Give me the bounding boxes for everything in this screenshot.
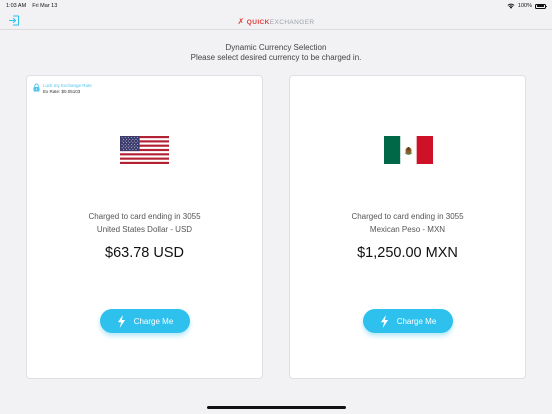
brand-x-icon: ✗ bbox=[237, 17, 245, 26]
currency-name: United States Dollar - USD bbox=[96, 225, 193, 234]
charge-me-label: Charge Me bbox=[133, 316, 174, 326]
charge-me-button-usd[interactable]: Charge Me bbox=[100, 309, 190, 333]
charge-card-line: Charged to card ending in 3055 bbox=[351, 212, 464, 221]
charge-me-label: Charge Me bbox=[396, 316, 437, 326]
navbar: ✗ QUICKEXCHANGER bbox=[0, 12, 552, 30]
currency-card-usd[interactable]: Lock my Exchange Rate Ex Rate: $0.05103 bbox=[26, 75, 263, 379]
page-subtitle: Please select desired currency to be cha… bbox=[190, 53, 362, 62]
charge-amount: $63.78 USD bbox=[105, 245, 184, 261]
lightning-bolt-icon bbox=[117, 314, 125, 328]
page-title: Dynamic Currency Selection bbox=[225, 43, 327, 52]
usa-flag bbox=[120, 136, 169, 164]
lock-rate-toggle[interactable]: Lock my Exchange Rate Ex Rate: $0.05103 bbox=[33, 83, 92, 94]
page-heading: Dynamic Currency Selection Please select… bbox=[0, 43, 552, 63]
charge-amount: $1,250.00 MXN bbox=[357, 245, 458, 261]
wifi-icon bbox=[507, 3, 515, 9]
lightning-bolt-icon bbox=[380, 314, 388, 328]
battery-icon bbox=[535, 3, 547, 9]
status-bar: 1:03 AM Fri Mar 13 100% bbox=[0, 0, 552, 12]
currency-name: Mexican Peso - MXN bbox=[369, 225, 446, 234]
status-date: Fri Mar 13 bbox=[32, 3, 58, 9]
charge-me-button-mxn[interactable]: Charge Me bbox=[363, 309, 453, 333]
exchange-rate: Ex Rate: $0.05103 bbox=[43, 88, 81, 94]
charge-info: Charged to card ending in 3055 United St… bbox=[27, 210, 262, 236]
brand-logo: ✗ QUICKEXCHANGER bbox=[0, 17, 552, 26]
charge-info: Charged to card ending in 3055 Mexican P… bbox=[290, 210, 525, 236]
charge-card-line: Charged to card ending in 3055 bbox=[88, 212, 201, 221]
brand-quick: QUICK bbox=[246, 19, 270, 26]
mexico-flag bbox=[384, 136, 433, 164]
battery-percent: 100% bbox=[517, 3, 532, 9]
currency-card-mxn[interactable]: Charged to card ending in 3055 Mexican P… bbox=[289, 75, 526, 379]
lock-rate-label: Lock my Exchange Rate bbox=[43, 83, 92, 88]
lock-icon bbox=[33, 83, 40, 92]
brand-exchanger: EXCHANGER bbox=[269, 19, 315, 26]
home-indicator[interactable] bbox=[207, 406, 346, 409]
status-time: 1:03 AM bbox=[6, 3, 27, 9]
